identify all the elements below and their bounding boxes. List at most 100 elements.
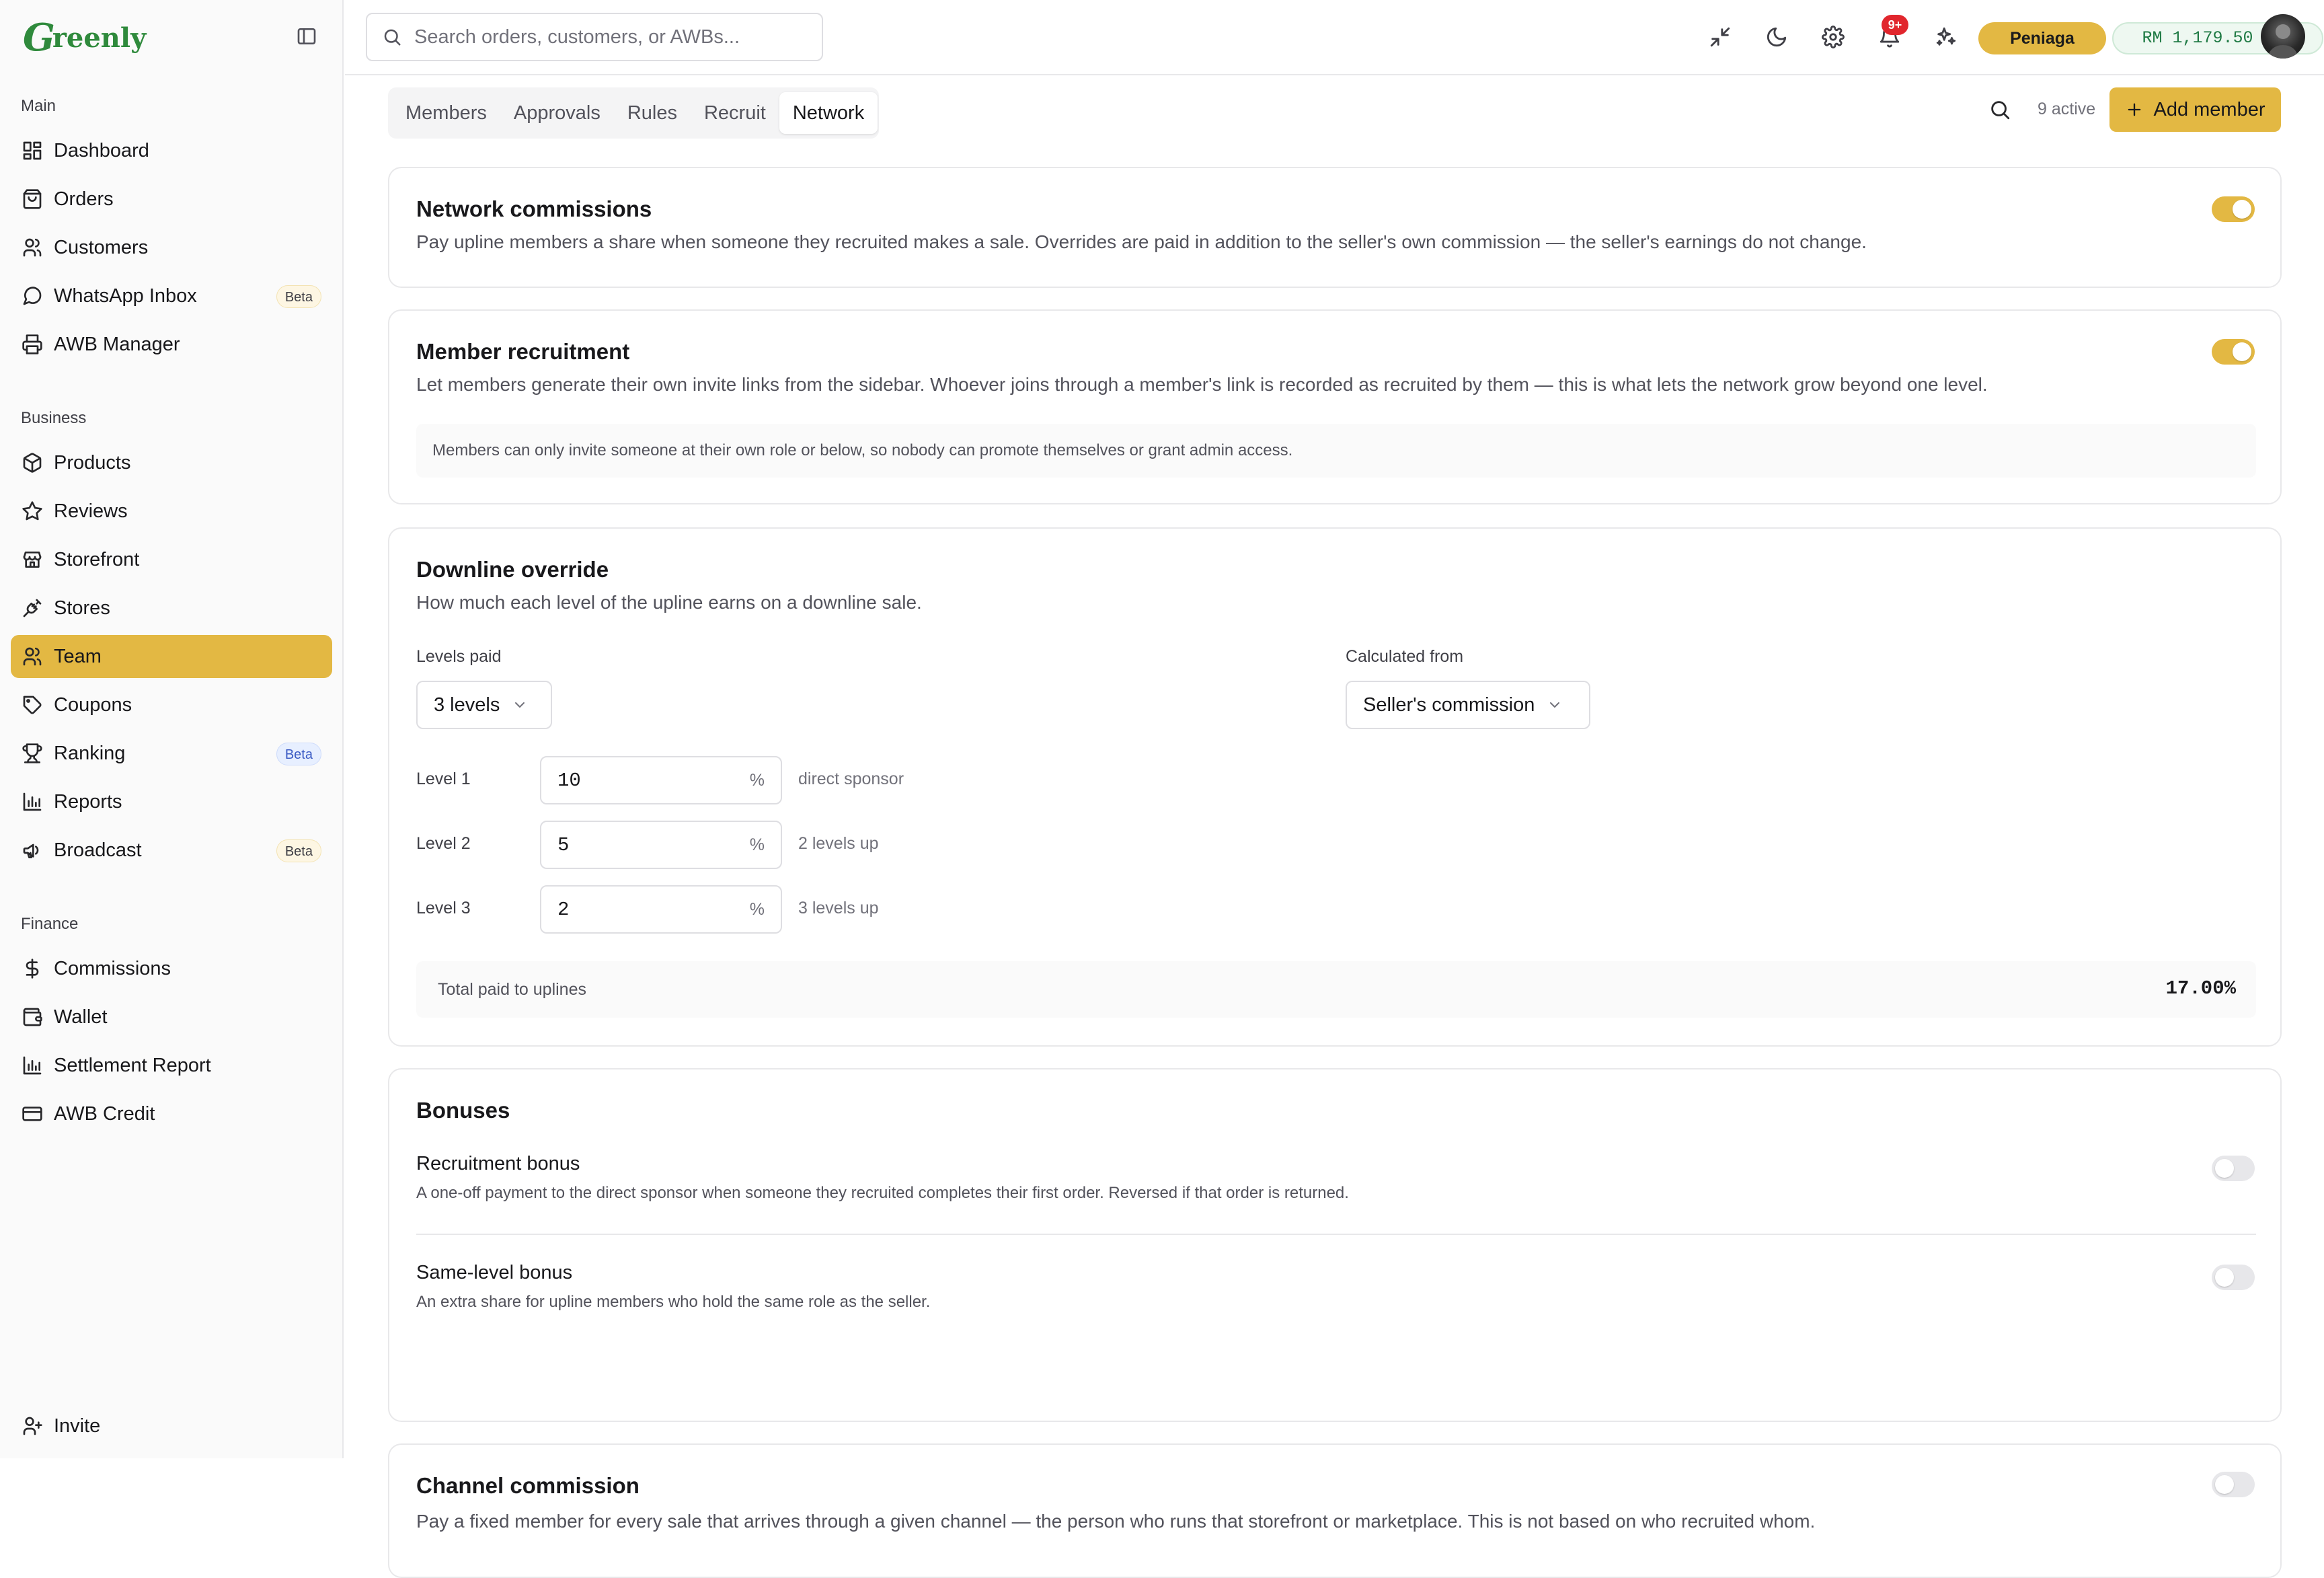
tab-network[interactable]: Network	[779, 92, 878, 134]
channel-commission-toggle[interactable]	[2212, 1472, 2255, 1497]
level-3-input[interactable]: 2 %	[540, 885, 782, 934]
user-avatar[interactable]	[2261, 14, 2305, 59]
toggle-knob	[2233, 342, 2251, 361]
sidebar-item-label: Broadcast	[54, 839, 142, 861]
nav-section-finance: Finance	[21, 915, 79, 933]
level-1-input[interactable]: 10 %	[540, 756, 782, 804]
add-member-button[interactable]: Add member	[2109, 87, 2281, 132]
percent-unit: %	[749, 835, 765, 854]
input-value: 10	[557, 769, 581, 792]
main-content: Members Approvals Rules Recruit Network …	[345, 77, 2324, 1578]
percent-unit: %	[749, 771, 765, 790]
card-title: Network commissions	[416, 196, 652, 221]
sidebar-item-broadcast[interactable]: Broadcast Beta	[11, 829, 332, 872]
card-description: Let members generate their own invite li…	[416, 374, 1988, 395]
recruitment-bonus-description: A one-off payment to the direct sponsor …	[416, 1184, 1349, 1202]
toggle-knob	[2215, 1268, 2234, 1287]
sidebar-item-label: Products	[54, 451, 131, 474]
sidebar-item-label: Stores	[54, 597, 110, 619]
plug-icon	[22, 597, 43, 619]
top-bar: 9+ Peniaga RM 1,179.50 AWB	[345, 0, 2324, 75]
member-recruitment-toggle[interactable]	[2212, 339, 2255, 365]
sidebar-item-label: Commissions	[54, 957, 171, 979]
sidebar-item-coupons[interactable]: Coupons	[11, 683, 332, 726]
card-description: How much each level of the upline earns …	[416, 592, 922, 613]
network-commissions-toggle[interactable]	[2212, 196, 2255, 222]
sidebar-item-customers[interactable]: Customers	[11, 226, 332, 269]
levels-paid-label: Levels paid	[416, 647, 502, 666]
bar-chart-icon	[22, 791, 43, 813]
shopping-bag-icon	[22, 188, 43, 210]
sparkles-icon[interactable]	[1935, 26, 1958, 48]
level-1-hint: direct sponsor	[798, 769, 904, 788]
sidebar-item-invite[interactable]: Invite	[11, 1404, 332, 1448]
add-member-label: Add member	[2153, 98, 2265, 120]
toggle-knob	[2233, 200, 2251, 219]
gear-icon[interactable]	[1822, 26, 1845, 48]
level-2-input[interactable]: 5 %	[540, 821, 782, 869]
beta-badge: Beta	[276, 839, 321, 862]
sidebar-item-reviews[interactable]: Reviews	[11, 490, 332, 533]
card-description: Pay upline members a share when someone …	[416, 231, 1867, 252]
tab-members[interactable]: Members	[392, 92, 500, 134]
tab-recruit[interactable]: Recruit	[691, 92, 779, 134]
moon-icon[interactable]	[1765, 26, 1788, 48]
bar-chart-icon	[22, 1055, 43, 1076]
user-plus-icon	[22, 1415, 43, 1437]
channel-commission-card: Channel commission Pay a fixed member fo…	[388, 1443, 2282, 1578]
sidebar-item-dashboard[interactable]: Dashboard	[11, 129, 332, 172]
team-tabs: Members Approvals Rules Recruit Network	[388, 87, 879, 139]
wallet-icon	[22, 1006, 43, 1028]
sidebar-item-storefront[interactable]: Storefront	[11, 538, 332, 581]
chevron-down-icon	[512, 697, 528, 713]
input-value: 5	[557, 833, 570, 856]
sidebar-item-team[interactable]: Team	[11, 635, 332, 678]
sidebar-item-orders[interactable]: Orders	[11, 178, 332, 221]
tab-rules[interactable]: Rules	[614, 92, 691, 134]
star-icon	[22, 500, 43, 522]
tab-approvals[interactable]: Approvals	[500, 92, 614, 134]
sidebar-item-reports[interactable]: Reports	[11, 780, 332, 823]
dollar-icon	[22, 958, 43, 979]
level-3-hint: 3 levels up	[798, 899, 879, 917]
role-badge[interactable]: Peniaga	[1978, 22, 2106, 54]
sidebar-item-ranking[interactable]: Ranking Beta	[11, 732, 332, 775]
sidebar-item-whatsapp-inbox[interactable]: WhatsApp Inbox Beta	[11, 274, 332, 317]
sidebar-item-stores[interactable]: Stores	[11, 587, 332, 630]
search-icon[interactable]	[1988, 98, 2011, 121]
sidebar-item-wallet[interactable]: Wallet	[11, 995, 332, 1039]
sidebar-item-settlement-report[interactable]: Settlement Report	[11, 1044, 332, 1087]
credit-card-icon	[22, 1103, 43, 1125]
level-2-label: Level 2	[416, 834, 471, 853]
nav-section-main: Main	[21, 97, 56, 115]
search-icon	[382, 27, 402, 47]
sidebar-item-commissions[interactable]: Commissions	[11, 947, 332, 990]
sidebar-item-label: Ranking	[54, 742, 126, 764]
team-icon	[22, 646, 43, 667]
toggle-knob	[2215, 1159, 2234, 1178]
active-members-count: 9 active	[2038, 100, 2096, 118]
search-input[interactable]	[413, 25, 803, 49]
select-value: 3 levels	[434, 693, 500, 716]
same-level-bonus-toggle[interactable]	[2212, 1265, 2255, 1290]
levels-paid-select[interactable]: 3 levels	[416, 681, 552, 729]
sidebar-item-label: Dashboard	[54, 139, 149, 161]
trophy-icon	[22, 743, 43, 764]
minimize-icon[interactable]	[1709, 26, 1732, 48]
store-icon	[22, 549, 43, 570]
sidebar-item-awb-credit[interactable]: AWB Credit	[11, 1092, 332, 1135]
users-icon	[22, 237, 43, 258]
sidebar: Greenly Main Dashboard Orders Customers …	[0, 0, 344, 1458]
global-search[interactable]	[366, 13, 823, 61]
sidebar-item-awb-manager[interactable]: AWB Manager	[11, 323, 332, 366]
plus-icon	[2125, 100, 2144, 119]
recruitment-bonus-toggle[interactable]	[2212, 1156, 2255, 1181]
percent-unit: %	[749, 900, 765, 919]
level-2-hint: 2 levels up	[798, 834, 879, 853]
sidebar-toggle-icon[interactable]	[296, 26, 317, 47]
sidebar-item-products[interactable]: Products	[11, 441, 332, 484]
select-value: Seller's commission	[1363, 693, 1535, 716]
toggle-knob	[2215, 1475, 2234, 1494]
calculated-from-select[interactable]: Seller's commission	[1346, 681, 1590, 729]
brand-logo[interactable]: Greenly	[23, 16, 146, 59]
